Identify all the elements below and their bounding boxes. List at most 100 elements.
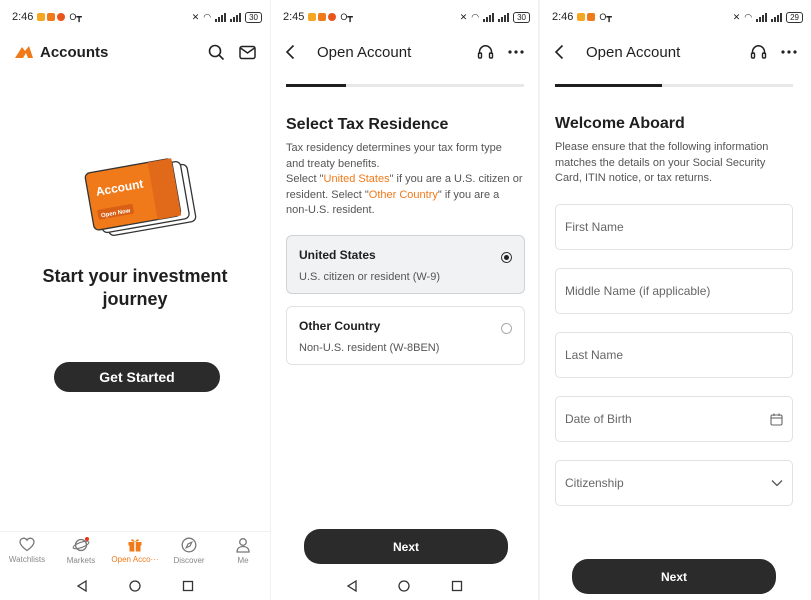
get-started-button[interactable]: Get Started: [54, 362, 220, 392]
option-title: Other Country: [299, 319, 381, 333]
open-account-header: Open Account: [540, 34, 811, 70]
mail-icon[interactable]: [239, 45, 256, 60]
step-progress-bar: [286, 84, 524, 87]
back-arrow-icon[interactable]: [554, 42, 574, 62]
notification-icon: [37, 13, 46, 21]
nav-back-icon[interactable]: [346, 580, 358, 592]
desc-line: Card, ITIN notice, or tax returns.: [555, 172, 713, 184]
first-name-field[interactable]: First Name: [555, 204, 793, 250]
desc-text: " if you are a U.S. citizen or: [389, 173, 523, 185]
nav-home-icon[interactable]: [398, 580, 411, 592]
search-icon[interactable]: [208, 44, 225, 61]
progress-fill: [555, 84, 663, 87]
date-of-birth-field[interactable]: Date of Birth: [555, 396, 793, 442]
status-bar: 2:46 O┳ ✕ ◠ 29: [552, 8, 803, 26]
brand-logo-icon: [15, 46, 33, 58]
tax-residence-screen: 2:45 O┳ ✕ ◠ 30 Open Account Select Tax R…: [271, 0, 538, 600]
option-united-states[interactable]: United States U.S. citizen or resident (…: [286, 235, 525, 294]
page-title: Accounts: [40, 43, 109, 61]
notification-icon: [587, 13, 596, 21]
next-button[interactable]: Next: [304, 529, 508, 564]
nav-recents-icon[interactable]: [182, 580, 194, 592]
wifi-icon: ◠: [203, 11, 212, 22]
status-time: 2:46: [552, 11, 574, 23]
headset-support-icon[interactable]: [477, 44, 494, 61]
desc-highlight: United States: [323, 173, 390, 185]
option-title: United States: [299, 248, 376, 262]
planet-icon: [72, 537, 90, 552]
more-options-icon[interactable]: [508, 50, 524, 54]
desc-highlight: Other Country: [368, 188, 438, 201]
welcome-description: Please ensure that the following informa…: [555, 140, 795, 187]
middle-name-field[interactable]: Middle Name (if applicable): [555, 268, 793, 314]
radio-unselected-icon[interactable]: [501, 323, 512, 334]
key-icon: O┳: [599, 11, 612, 22]
tab-watchlists[interactable]: Watchlists: [0, 537, 54, 571]
last-name-field[interactable]: Last Name: [555, 332, 793, 378]
system-nav-bar: [271, 572, 538, 600]
notification-icon: [47, 13, 56, 21]
field-placeholder: Date of Birth: [565, 412, 632, 426]
bottom-tab-bar: Watchlists Markets Open Acco··· Discover…: [0, 531, 270, 571]
tab-label: Watchlists: [8, 555, 46, 564]
heart-icon: [19, 537, 35, 552]
radio-selected-icon[interactable]: [501, 252, 512, 263]
field-placeholder: Last Name: [565, 348, 624, 362]
section-heading: Select Tax Residence: [286, 116, 449, 133]
tab-open-account[interactable]: Open Acco···: [108, 537, 162, 571]
notification-icon: [57, 13, 66, 21]
key-icon: O┳: [340, 11, 353, 22]
tab-markets[interactable]: Markets: [54, 537, 108, 571]
desc-line: non-U.S. resident.: [286, 204, 375, 216]
mute-icon: ✕: [459, 11, 468, 22]
headset-support-icon[interactable]: [750, 44, 767, 61]
tab-discover[interactable]: Discover: [162, 537, 216, 571]
tab-label: Open Acco···: [111, 555, 159, 564]
calendar-icon[interactable]: [770, 413, 783, 426]
nav-home-icon[interactable]: [129, 580, 141, 592]
citizenship-select[interactable]: Citizenship: [555, 460, 793, 506]
signal-icon: [498, 12, 510, 22]
account-card-illustration: Account Open Now: [82, 150, 202, 245]
page-title: Open Account: [317, 43, 412, 61]
signal-icon: [215, 12, 227, 22]
key-icon: O┳: [69, 11, 82, 22]
desc-line: Tax residency determines your tax form t…: [286, 142, 502, 154]
compass-icon: [181, 537, 197, 553]
chevron-down-icon[interactable]: [771, 479, 783, 487]
field-placeholder: Citizenship: [565, 476, 624, 490]
desc-line: and treaty benefits.: [286, 157, 380, 170]
system-nav-bar: [0, 572, 270, 600]
notification-icon: [318, 13, 327, 21]
nav-recents-icon[interactable]: [451, 580, 463, 592]
accounts-header: Accounts: [0, 34, 270, 70]
desc-line: Please ensure that the following informa…: [555, 141, 769, 153]
battery-icon: 30: [513, 11, 530, 23]
option-subtitle: U.S. citizen or resident (W-9): [299, 271, 441, 283]
hero-line: Start your investment: [42, 266, 228, 286]
desc-line: matches the details on your Social Secur…: [555, 156, 766, 169]
status-time: 2:45: [283, 11, 305, 23]
signal-icon: [771, 12, 783, 22]
tax-description: Tax residency determines your tax form t…: [286, 141, 526, 219]
option-other-country[interactable]: Other Country Non-U.S. resident (W-8BEN): [286, 306, 525, 365]
desc-text: " if you are a: [437, 188, 500, 201]
more-options-icon[interactable]: [781, 50, 797, 54]
nav-back-icon[interactable]: [76, 580, 88, 592]
tab-me[interactable]: Me: [216, 537, 270, 571]
wifi-icon: ◠: [744, 11, 753, 22]
signal-icon: [483, 12, 495, 22]
progress-fill: [286, 84, 346, 87]
next-button[interactable]: Next: [572, 559, 776, 594]
notification-icon: [577, 13, 586, 21]
hero-line: journey: [102, 289, 168, 309]
signal-icon: [230, 12, 242, 22]
welcome-aboard-screen: 2:46 O┳ ✕ ◠ 29 Open Account Welcome Aboa…: [540, 0, 811, 600]
back-arrow-icon[interactable]: [285, 42, 305, 62]
desc-line: Select "United States" if you are a U.S.…: [286, 172, 526, 188]
accounts-screen: 2:46 O┳ ✕ ◠ 30 Accounts Account Open Now…: [0, 0, 270, 600]
open-account-header: Open Account: [271, 34, 538, 70]
field-placeholder: First Name: [565, 220, 624, 234]
person-icon: [236, 538, 250, 553]
desc-text: resident. Select ": [286, 188, 369, 201]
